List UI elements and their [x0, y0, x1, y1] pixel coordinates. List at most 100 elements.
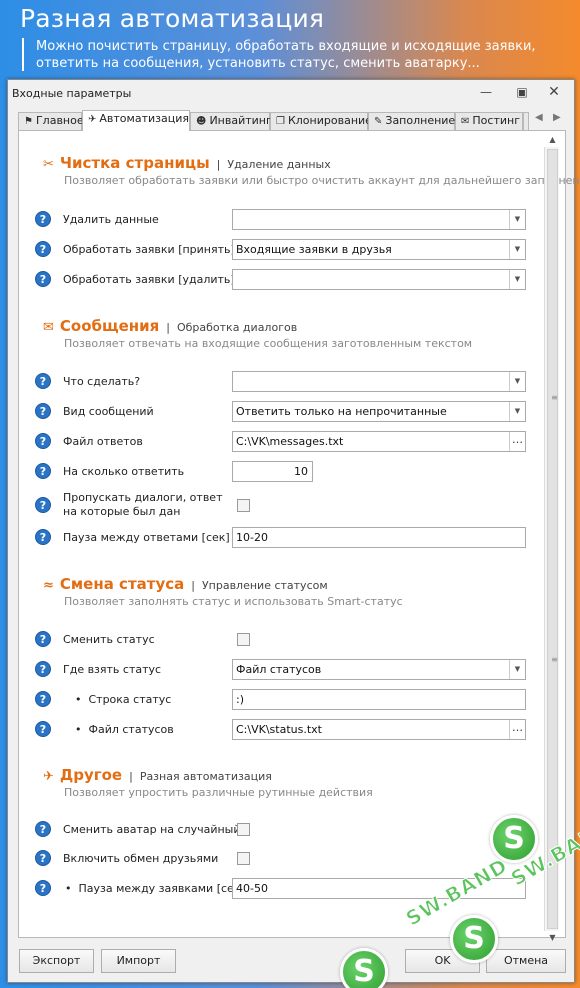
tab-automation[interactable]: ✈ Автоматизация — [82, 110, 190, 131]
status-line-label: • Строка статус — [75, 693, 172, 706]
help-icon[interactable]: ? — [35, 691, 51, 707]
scroll-thumb[interactable]: ≡ ≡ — [547, 149, 558, 929]
delete-requests-select[interactable]: ▼ — [232, 269, 526, 290]
help-icon[interactable]: ? — [35, 271, 51, 287]
section-messages-title: Сообщения — [59, 317, 160, 335]
row-random-avatar: ? Сменить аватар на случайный — [35, 819, 535, 841]
envelope-icon: ✉ — [43, 320, 54, 335]
request-pause-input[interactable]: 40-50 — [232, 878, 526, 899]
message-type-label: Вид сообщений — [63, 405, 154, 418]
scroll-up-icon[interactable]: ▲ — [545, 133, 560, 147]
help-icon[interactable]: ? — [35, 661, 51, 677]
banner-bar — [22, 38, 24, 71]
pencil-icon: ✎ — [374, 116, 383, 127]
reply-pause-input[interactable]: 10-20 — [232, 527, 526, 548]
tab-posting[interactable]: ✉ Постинг — [455, 112, 523, 130]
chevron-down-icon[interactable]: ▼ — [509, 660, 525, 679]
tab-bar: ⚑ Главное ✈ Автоматизация ☻ Инвайтинг ❐ Клон… — [18, 110, 566, 131]
message-type-select[interactable]: Ответить только на непрочитанные ▼ — [232, 401, 526, 422]
section-other-subtitle: Разная автоматизация — [139, 770, 272, 783]
close-icon[interactable]: ✕ — [546, 85, 562, 99]
request-pause-label: • Пауза между заявками [сек] — [65, 882, 245, 895]
section-clean-desc: Позволяет обработать заявки или быстро о… — [64, 174, 580, 187]
plane-icon: ✈ — [43, 769, 54, 784]
chevron-down-icon[interactable]: ▼ — [509, 270, 525, 289]
random-avatar-checkbox[interactable] — [237, 823, 250, 836]
tab-scroll-right-icon[interactable]: ▶ — [553, 112, 561, 123]
tab-main-label: Главное — [35, 114, 84, 127]
grip-icon: ≡ — [551, 393, 558, 402]
ok-button[interactable]: OK — [405, 949, 480, 973]
help-icon[interactable]: ? — [35, 241, 51, 257]
window-title: Входные параметры — [12, 87, 132, 100]
tab-scroll-left-icon[interactable]: ◀ — [535, 112, 543, 123]
maximize-icon[interactable]: ▣ — [514, 85, 530, 99]
browse-icon[interactable]: … — [509, 432, 525, 451]
tab-main[interactable]: ⚑ Главное — [18, 112, 84, 130]
skip-dialogs-checkbox[interactable] — [237, 499, 250, 512]
tab-cloning[interactable]: ❐ Клонирование — [270, 112, 372, 130]
row-what-to-do: ? Что сделать? ▼ — [35, 371, 535, 393]
help-icon[interactable]: ? — [35, 373, 51, 389]
chevron-down-icon[interactable]: ▼ — [509, 210, 525, 229]
section-clean-title: Чистка страницы — [59, 154, 210, 172]
section-status-desc: Позволяет заполнять статус и использоват… — [64, 595, 403, 608]
random-avatar-label: Сменить аватар на случайный — [63, 823, 241, 836]
chevron-down-icon[interactable]: ▼ — [509, 402, 525, 421]
scissors-icon: ✂ — [43, 157, 54, 172]
browse-icon[interactable]: … — [509, 720, 525, 739]
help-icon[interactable]: ? — [35, 211, 51, 227]
row-status-source: ? Где взять статус Файл статусов ▼ — [35, 659, 535, 681]
change-status-label: Сменить статус — [63, 633, 155, 646]
chevron-down-icon[interactable]: ▼ — [509, 372, 525, 391]
friend-exchange-checkbox[interactable] — [237, 852, 250, 865]
reply-count-input[interactable]: 10 — [232, 461, 313, 482]
vertical-scrollbar[interactable]: ▲ ≡ ≡ ▼ — [544, 135, 559, 942]
export-button[interactable]: Экспорт — [19, 949, 94, 973]
banner-description: Можно почистить страницу, обработать вхо… — [36, 38, 556, 72]
what-to-do-select[interactable]: ▼ — [232, 371, 526, 392]
tab-posting-label: Постинг — [472, 114, 520, 127]
help-icon[interactable]: ? — [35, 433, 51, 449]
delete-requests-label: Обработать заявки [удалить] — [63, 273, 235, 286]
row-accept-requests: ? Обработать заявки [принять] Входящие з… — [35, 239, 535, 261]
help-icon[interactable]: ? — [35, 529, 51, 545]
status-source-select[interactable]: Файл статусов ▼ — [232, 659, 526, 680]
cancel-button[interactable]: Отмена — [486, 949, 566, 973]
answers-file-input[interactable]: C:\VK\messages.txt … — [232, 431, 526, 452]
scroll-down-icon[interactable]: ▼ — [545, 931, 560, 945]
automation-panel: ✂ Чистка страницы | Удаление данных Позво… — [18, 130, 580, 942]
status-line-input[interactable]: :) — [232, 689, 526, 710]
help-icon[interactable]: ? — [35, 880, 51, 896]
accept-requests-select[interactable]: Входящие заявки в друзья ▼ — [232, 239, 526, 260]
help-icon[interactable]: ? — [35, 721, 51, 737]
status-file-value: C:\VK\status.txt — [236, 723, 322, 736]
request-pause-label-text: Пауза между заявками [сек] — [78, 882, 245, 895]
banner-line-1: Можно почистить страницу, обработать вхо… — [36, 39, 536, 54]
help-icon[interactable]: ? — [35, 463, 51, 479]
minimize-icon[interactable]: — — [478, 85, 494, 99]
chevron-down-icon[interactable]: ▼ — [509, 240, 525, 259]
status-source-label: Где взять статус — [63, 663, 162, 676]
change-status-checkbox[interactable] — [237, 633, 250, 646]
status-file-input[interactable]: C:\VK\status.txt … — [232, 719, 526, 740]
tab-inviting[interactable]: ☻ Инвайтинг — [190, 112, 272, 130]
tab-cloning-label: Клонирование — [287, 114, 372, 127]
import-button[interactable]: Импорт — [101, 949, 176, 973]
help-icon[interactable]: ? — [35, 631, 51, 647]
help-icon[interactable]: ? — [35, 821, 51, 837]
row-skip-dialogs: ? Пропускать диалоги, ответ на которые б… — [35, 491, 535, 518]
delete-data-select[interactable]: ▼ — [232, 209, 526, 230]
tab-filling-label: Заполнение — [385, 114, 456, 127]
help-icon[interactable]: ? — [35, 850, 51, 866]
answers-file-value: C:\VK\messages.txt — [236, 435, 344, 448]
help-icon[interactable]: ? — [35, 497, 51, 513]
tab-filling[interactable]: ✎ Заполнение — [368, 112, 455, 130]
section-status-title: Смена статуса — [59, 575, 185, 593]
what-to-do-label: Что сделать? — [63, 375, 141, 388]
reply-count-label: На сколько ответить — [63, 465, 185, 478]
section-status: ≈ Смена статуса | Управление статусом Поз… — [43, 575, 403, 608]
help-icon[interactable]: ? — [35, 403, 51, 419]
status-source-value: Файл статусов — [236, 663, 322, 676]
banner-line-2: ответить на сообщения, установить статус… — [36, 56, 480, 71]
